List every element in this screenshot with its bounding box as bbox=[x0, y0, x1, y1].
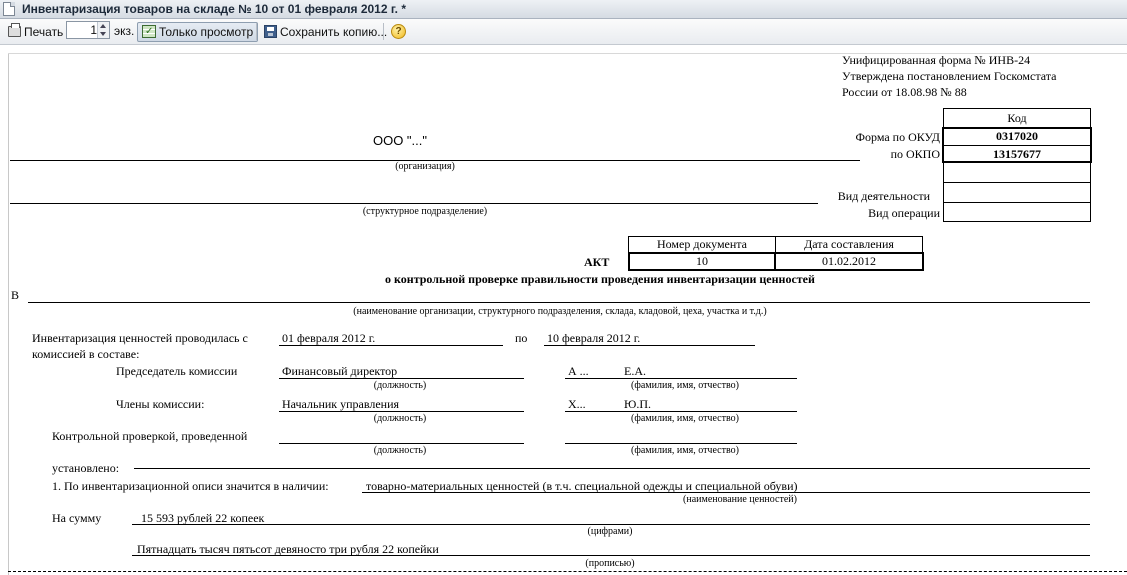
division-line[interactable] bbox=[10, 203, 818, 204]
doc-date-header: Дата составления bbox=[775, 236, 923, 253]
activity-label: Вид деятельности bbox=[837, 189, 930, 203]
doc-number-header: Номер документа bbox=[628, 236, 776, 253]
commission-label: комиссией в составе: bbox=[32, 347, 140, 361]
period-end-line bbox=[544, 345, 755, 346]
name-caption: (фамилия, имя, отчество) bbox=[631, 413, 739, 424]
toolbar-separator bbox=[256, 23, 257, 40]
period-start[interactable]: 01 февраля 2012 г. bbox=[282, 331, 375, 345]
printer-icon bbox=[8, 23, 21, 38]
members-label: Члены комиссии: bbox=[116, 397, 205, 411]
sum-digits[interactable]: 15 593 рублей 22 копеек bbox=[141, 511, 264, 525]
chairman-name-line bbox=[565, 378, 797, 379]
name-caption: (фамилия, имя, отчество) bbox=[631, 445, 739, 456]
print-label: Печать bbox=[24, 25, 64, 39]
floppy-disk-icon bbox=[264, 25, 277, 39]
form-header-line-3: России от 18.08.98 № 88 bbox=[842, 85, 967, 99]
sum-words[interactable]: Пятнадцать тысяч пятьсот девяносто три р… bbox=[137, 542, 439, 556]
organization-caption: (организация) bbox=[395, 161, 455, 172]
control-name-line[interactable] bbox=[565, 443, 797, 444]
toolbar-separator bbox=[383, 23, 384, 40]
sum-words-line bbox=[132, 555, 1090, 556]
save-copy-button[interactable]: Сохранить копию... bbox=[259, 22, 392, 42]
window-title-bar: Инвентаризация товаров на складе № 10 от… bbox=[0, 0, 1127, 19]
place-line[interactable] bbox=[28, 302, 1090, 303]
doc-number-value[interactable]: 10 bbox=[628, 252, 776, 271]
control-position-line[interactable] bbox=[279, 443, 524, 444]
words-caption: (прописью) bbox=[585, 558, 635, 569]
form-header-line-1: Унифицированная форма № ИНВ-24 bbox=[842, 53, 1031, 67]
member-initials[interactable]: Ю.П. bbox=[624, 397, 651, 411]
chairman-position-line bbox=[279, 378, 524, 379]
save-copy-label: Сохранить копию... bbox=[280, 25, 388, 39]
member-position-line bbox=[279, 411, 524, 412]
place-caption: (наименование организации, структурного … bbox=[353, 306, 767, 317]
window-title: Инвентаризация товаров на складе № 10 от… bbox=[22, 2, 406, 16]
chevron-up-icon[interactable] bbox=[100, 24, 106, 28]
sum-label: На сумму bbox=[52, 511, 102, 525]
activity-code-cell[interactable] bbox=[943, 182, 1091, 203]
item1-value[interactable]: товарно-материальных ценностей (в т.ч. с… bbox=[366, 479, 798, 493]
item1-line bbox=[362, 492, 1090, 493]
chairman-label: Председатель комиссии bbox=[116, 364, 238, 378]
position-caption: (должность) bbox=[373, 413, 427, 424]
print-button[interactable]: Печать bbox=[3, 22, 68, 42]
chairman-surname[interactable]: А ... bbox=[568, 364, 589, 378]
copies-unit-label: экз. bbox=[114, 24, 135, 38]
okpo-label: по ОКПО bbox=[890, 147, 940, 161]
document-icon bbox=[3, 2, 15, 16]
period-end[interactable]: 10 февраля 2012 г. bbox=[547, 331, 640, 345]
chairman-position[interactable]: Финансовый директор bbox=[282, 364, 397, 378]
empty-code-cell[interactable] bbox=[943, 162, 1091, 183]
help-icon: ? bbox=[391, 24, 406, 40]
doc-date-value[interactable]: 01.02.2012 bbox=[774, 252, 924, 271]
help-button[interactable]: ? bbox=[386, 22, 414, 42]
okud-value[interactable]: 0317020 bbox=[944, 129, 1090, 143]
act-subtitle: о контрольной проверке правильности пров… bbox=[385, 272, 815, 286]
form-header-line-2: Утверждена постановлением Госкомстата bbox=[842, 69, 1057, 83]
page-break-line bbox=[8, 571, 1127, 572]
established-label: установлено: bbox=[52, 461, 120, 475]
period-to-label: по bbox=[515, 331, 528, 345]
digits-caption: (цифрами) bbox=[587, 526, 633, 537]
member-surname[interactable]: Х... bbox=[568, 397, 586, 411]
operation-code-cell[interactable] bbox=[943, 202, 1091, 222]
organization-value[interactable]: ООО "..." bbox=[300, 134, 500, 148]
code-header-cell: Код bbox=[943, 108, 1091, 128]
chevron-down-icon[interactable] bbox=[100, 32, 106, 36]
code-divider bbox=[944, 145, 1090, 146]
stepper-arrows[interactable] bbox=[97, 22, 109, 38]
view-only-button[interactable]: Только просмотр bbox=[137, 22, 259, 42]
established-line[interactable] bbox=[134, 468, 1090, 469]
operation-label: Вид операции bbox=[868, 206, 940, 220]
okud-label: Форма по ОКУД bbox=[855, 130, 940, 144]
position-caption: (должность) bbox=[373, 445, 427, 456]
name-caption: (фамилия, имя, отчество) bbox=[631, 380, 739, 391]
okpo-value[interactable]: 13157677 bbox=[944, 147, 1090, 161]
division-caption: (структурное подразделение) bbox=[362, 206, 488, 217]
member-position[interactable]: Начальник управления bbox=[282, 397, 399, 411]
item1-label: 1. По инвентаризационной описи значится … bbox=[52, 479, 329, 493]
copies-stepper[interactable]: 1 bbox=[66, 21, 110, 39]
in-prefix: В bbox=[11, 288, 20, 302]
sheet-edge bbox=[8, 53, 9, 575]
period-start-line bbox=[279, 345, 503, 346]
control-label: Контрольной проверкой, проведенной bbox=[52, 429, 248, 443]
sum-digits-line bbox=[132, 524, 1090, 525]
copies-value[interactable]: 1 bbox=[67, 22, 97, 38]
view-only-label: Только просмотр bbox=[159, 25, 254, 39]
chairman-initials[interactable]: Е.А. bbox=[624, 364, 646, 378]
act-title: АКТ bbox=[584, 255, 610, 269]
toolbar: Печать 1 экз. Только просмотр Сохранить … bbox=[0, 19, 1127, 45]
document-sheet[interactable]: Унифицированная форма № ИНВ-24 Утвержден… bbox=[0, 45, 1127, 575]
period-label: Инвентаризация ценностей проводилась с bbox=[32, 331, 248, 345]
values-caption: (наименование ценностей) bbox=[683, 494, 797, 505]
member-name-line bbox=[565, 411, 797, 412]
position-caption: (должность) bbox=[373, 380, 427, 391]
view-only-icon bbox=[142, 23, 156, 41]
